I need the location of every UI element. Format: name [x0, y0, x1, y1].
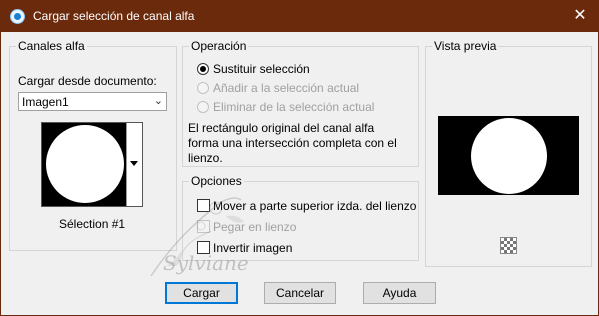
replace-selection-radio[interactable] — [197, 63, 209, 75]
close-button[interactable]: ✕ — [568, 5, 592, 27]
preview-circle — [471, 118, 547, 194]
preview-group-label: Vista previa — [432, 39, 499, 53]
load-button[interactable]: Cargar — [165, 282, 238, 304]
remove-from-selection-label[interactable]: Eliminar de la selección actual — [213, 100, 374, 114]
title-bar[interactable]: Cargar selección de canal alfa ✕ — [1, 1, 598, 32]
add-to-selection-radio[interactable] — [197, 82, 209, 94]
chevron-down-icon: ⌄ — [153, 95, 163, 107]
dialog-window: Cargar selección de canal alfa ✕ Canales… — [0, 0, 599, 316]
thumbnail-circle — [46, 125, 124, 203]
help-button[interactable]: Ayuda — [363, 282, 436, 304]
document-select[interactable]: Imagen1 ⌄ — [18, 92, 167, 111]
operation-description: El rectángulo original del canal alfa fo… — [188, 121, 397, 165]
watermark-signature: Sylviane — [163, 251, 249, 275]
load-from-document-label: Cargar desde documento: — [18, 74, 157, 88]
channel-thumbnail[interactable] — [41, 122, 143, 207]
remove-from-selection-radio[interactable] — [197, 101, 209, 113]
thumbnail-dropdown-button[interactable] — [126, 123, 142, 206]
replace-selection-label[interactable]: Sustituir selección — [213, 62, 310, 76]
transparency-checker-icon[interactable] — [500, 237, 517, 254]
window-title: Cargar selección de canal alfa — [33, 9, 195, 23]
document-select-value: Imagen1 — [22, 95, 69, 109]
alpha-channels-group-label: Canales alfa — [16, 39, 87, 53]
cancel-button[interactable]: Cancelar — [264, 282, 336, 304]
operation-group-label: Operación — [189, 39, 249, 53]
selection-name-label: Sélection #1 — [59, 217, 126, 231]
add-to-selection-label[interactable]: Añadir a la selección actual — [213, 81, 359, 95]
app-icon — [10, 9, 25, 24]
preview-image — [438, 116, 579, 195]
